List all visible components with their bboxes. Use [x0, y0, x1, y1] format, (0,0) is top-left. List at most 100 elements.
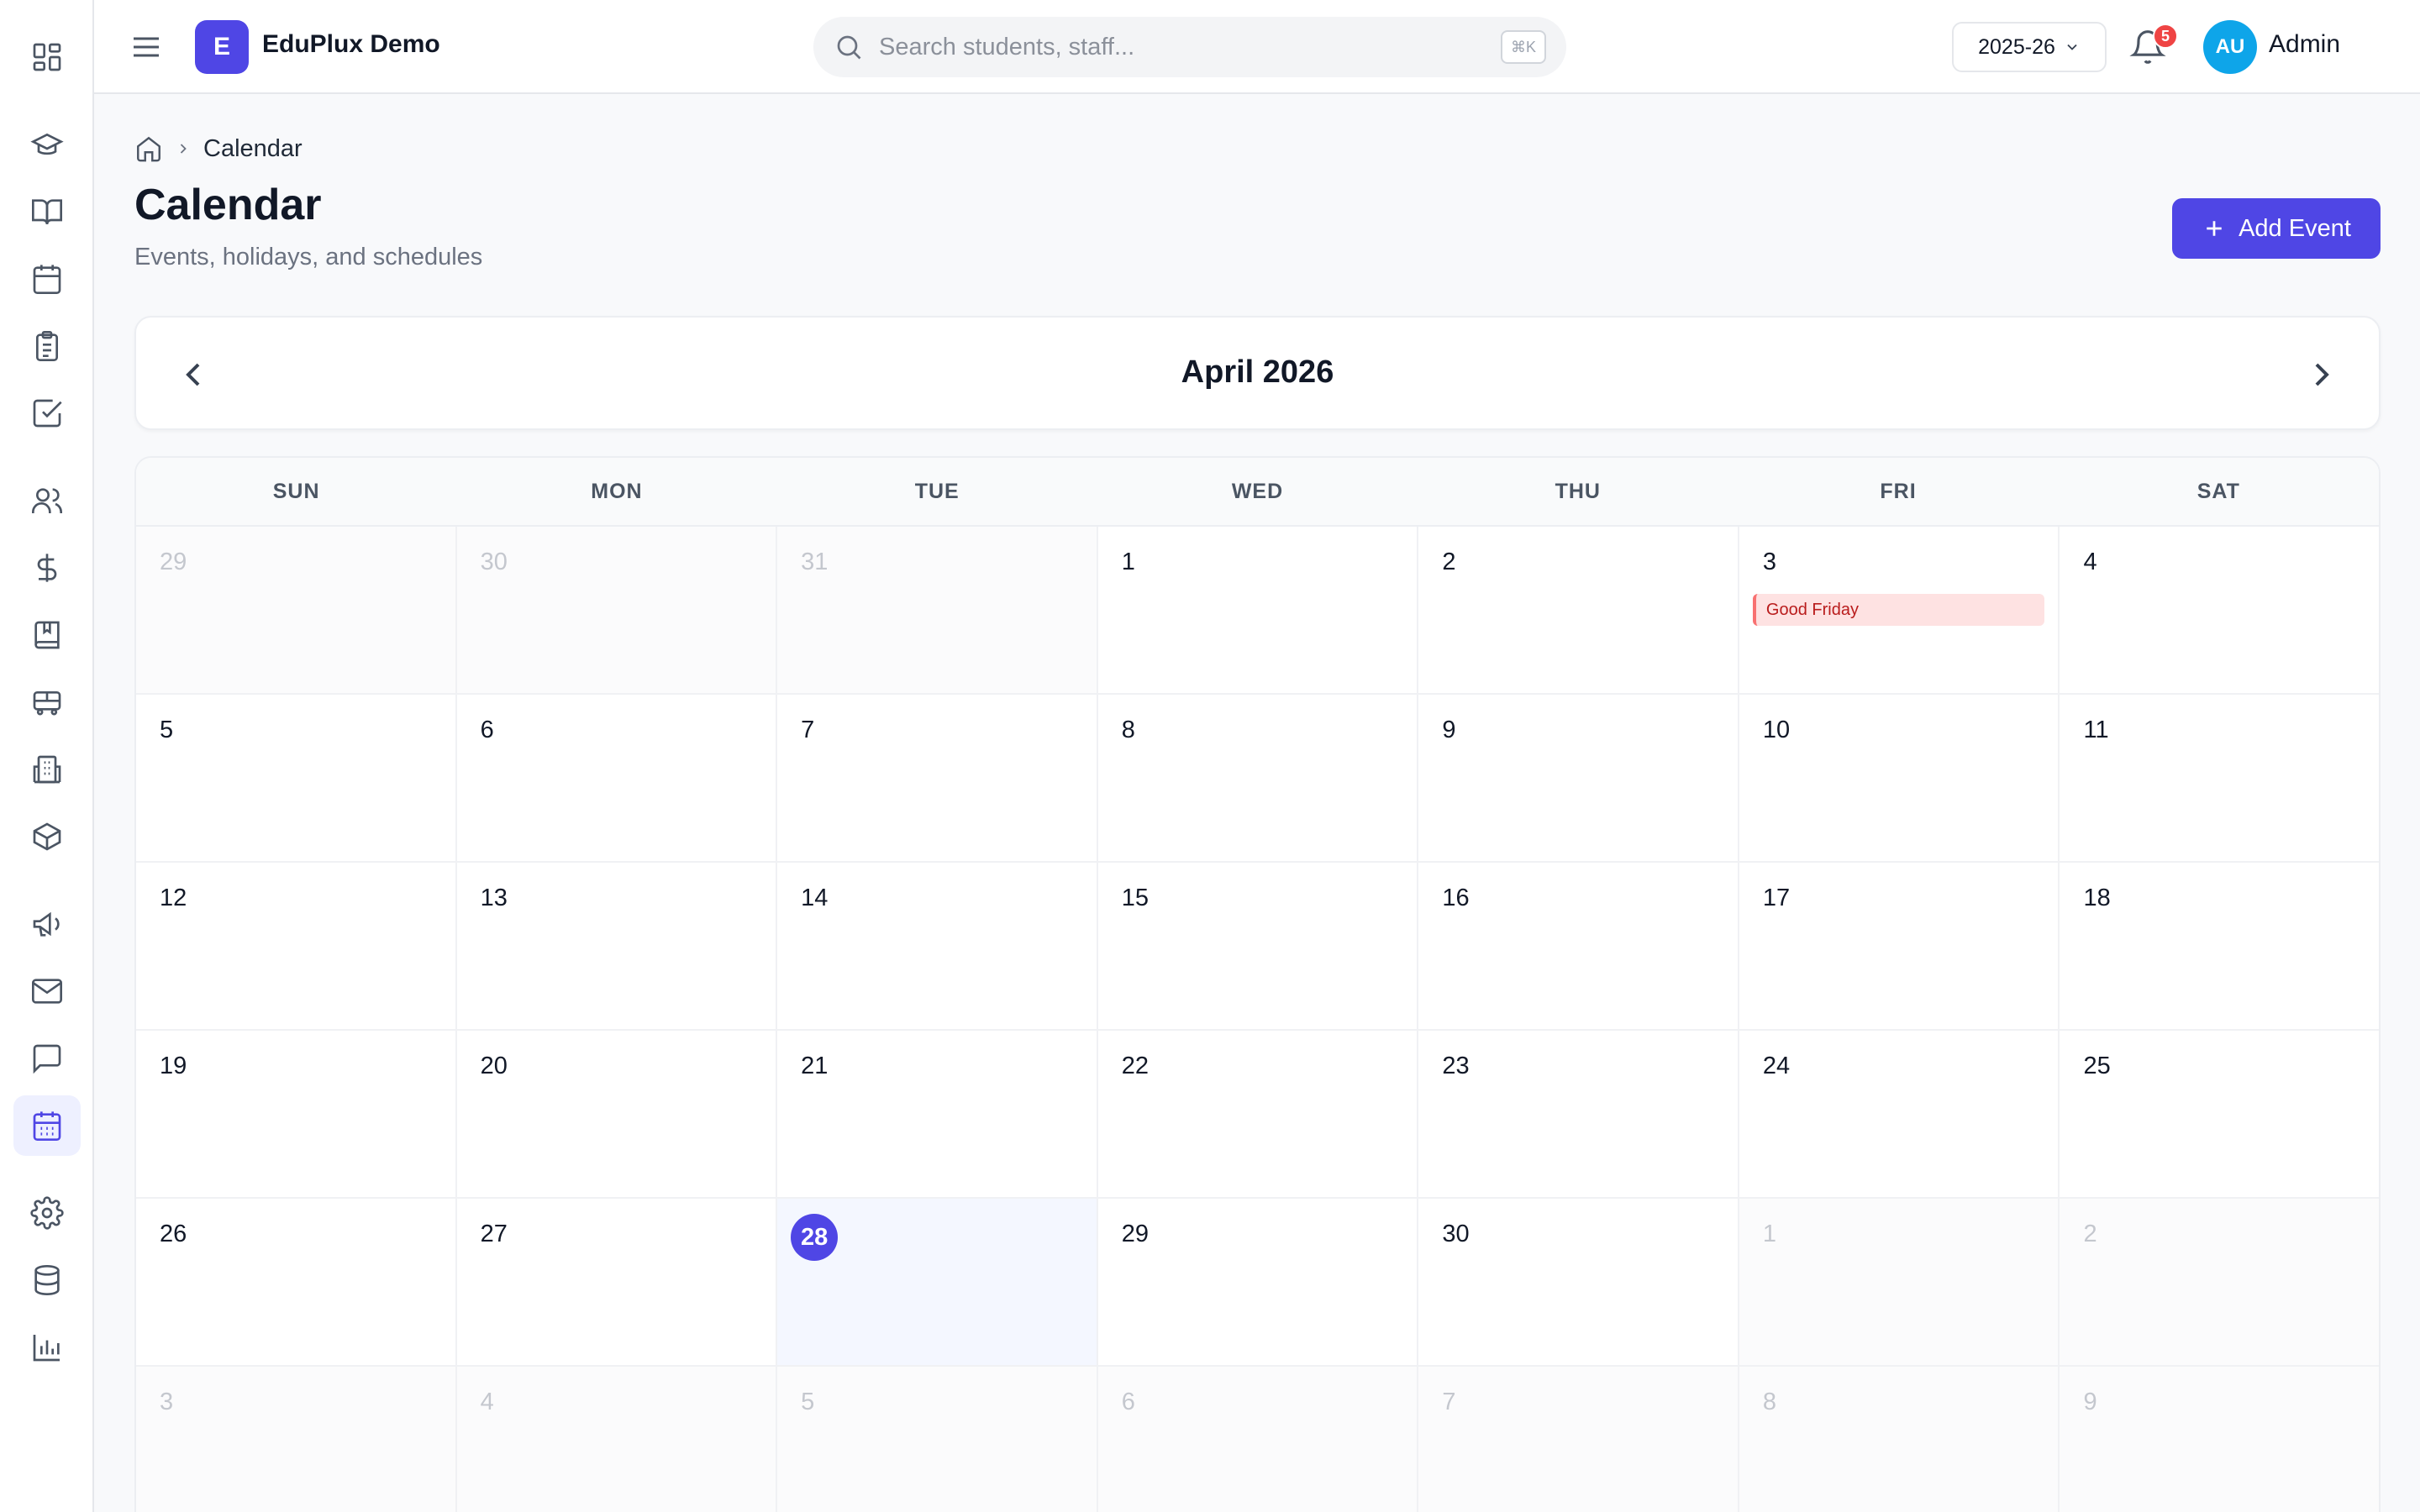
weekday-label: SAT: [2196, 479, 2240, 503]
day-number: 18: [2083, 885, 2111, 911]
day-number: 3: [160, 1389, 174, 1415]
calendar-day[interactable]: 5: [777, 1367, 1098, 1512]
sidebar-item-finance[interactable]: [13, 538, 81, 598]
calendar-day[interactable]: 8: [1739, 1367, 2060, 1512]
calendar-day[interactable]: 9: [2060, 1367, 2379, 1512]
calendar-day[interactable]: 17: [1739, 863, 2060, 1029]
sidebar-item-reports[interactable]: [13, 1317, 81, 1378]
calendar-day-today[interactable]: 28: [777, 1199, 1098, 1365]
sidebar-item-timetable[interactable]: [13, 249, 81, 309]
megaphone-icon: [33, 911, 60, 937]
sidebar-item-exams[interactable]: [13, 383, 81, 444]
day-number: 8: [1121, 717, 1135, 743]
sidebar-item-messages[interactable]: [13, 961, 81, 1021]
sidebar-item-dashboard[interactable]: [13, 27, 81, 87]
search-input[interactable]: [879, 29, 1450, 66]
day-number: 30: [480, 549, 508, 575]
calendar-day[interactable]: 2: [1418, 527, 1739, 693]
calendar-day[interactable]: 30: [1418, 1199, 1739, 1365]
app-logo[interactable]: E: [195, 20, 249, 74]
calendar-day[interactable]: 4: [456, 1367, 778, 1512]
day-number: 11: [2083, 717, 2109, 743]
bus-icon: [33, 691, 61, 716]
app-name[interactable]: EduPlux Demo: [262, 30, 440, 59]
weekday-label: WED: [1231, 479, 1284, 503]
sidebar-item-settings[interactable]: [13, 1183, 81, 1243]
page-subtitle: Events, holidays, and schedules: [134, 244, 483, 270]
calendar-day[interactable]: 20: [456, 1031, 778, 1197]
calendar-day[interactable]: 5: [136, 695, 457, 861]
calendar-day[interactable]: 21: [777, 1031, 1098, 1197]
day-number: 30: [1442, 1221, 1470, 1247]
sidebar-item-announcements[interactable]: [13, 894, 81, 954]
calendar-day[interactable]: 3 Good Friday: [1739, 527, 2060, 693]
calendar-day[interactable]: 27: [456, 1199, 778, 1365]
sidebar-item-courses[interactable]: [13, 181, 81, 242]
notification-badge: 5: [2153, 24, 2178, 49]
sidebar: [0, 0, 94, 1512]
calendar-day[interactable]: 15: [1097, 863, 1419, 1029]
calendar-day[interactable]: 2: [2060, 1199, 2379, 1365]
calendar-day[interactable]: 11: [2060, 695, 2379, 861]
calendar-day[interactable]: 13: [456, 863, 778, 1029]
calendar-day[interactable]: 1: [1739, 1199, 2060, 1365]
calendar-day[interactable]: 12: [136, 863, 457, 1029]
user-name[interactable]: Admin: [2269, 30, 2340, 59]
holiday-event[interactable]: Good Friday: [1752, 594, 2045, 626]
sidebar-item-academics[interactable]: [13, 114, 81, 175]
calendar-day[interactable]: 22: [1097, 1031, 1419, 1197]
calendar-day[interactable]: 29: [136, 527, 457, 693]
clipboard-icon: [36, 331, 58, 361]
calendar-day[interactable]: 25: [2060, 1031, 2379, 1197]
calendar-day[interactable]: 7: [777, 695, 1098, 861]
app-root: E EduPlux Demo ⌘K 2025-26 5 AU Admin Cal…: [0, 0, 2420, 1512]
calendar-day[interactable]: 4: [2060, 527, 2379, 693]
day-number: 10: [1762, 717, 1791, 743]
calendar-day[interactable]: 19: [136, 1031, 457, 1197]
calendar-day[interactable]: 6: [456, 695, 778, 861]
breadcrumb-current: Calendar: [203, 134, 302, 162]
calendar-day[interactable]: 7: [1418, 1367, 1739, 1512]
calendar-day[interactable]: 14: [777, 863, 1098, 1029]
add-event-button[interactable]: Add Event: [2172, 198, 2381, 259]
sidebar-item-inventory[interactable]: [13, 806, 81, 867]
sidebar-item-people[interactable]: [13, 470, 81, 531]
calendar-day[interactable]: 8: [1097, 695, 1419, 861]
calendar-day[interactable]: 16: [1418, 863, 1739, 1029]
breadcrumb: Calendar: [134, 134, 302, 163]
academic-year-select[interactable]: 2025-26: [1952, 22, 2107, 72]
sidebar-item-calendar[interactable]: [13, 1095, 81, 1156]
page-title: Calendar: [134, 181, 322, 229]
home-icon[interactable]: [134, 134, 163, 163]
calendar-day[interactable]: 10: [1739, 695, 2060, 861]
avatar[interactable]: AU: [2203, 20, 2257, 74]
sidebar-item-transport[interactable]: [13, 672, 81, 732]
calendar-day[interactable]: 26: [136, 1199, 457, 1365]
calendar-day[interactable]: 3: [136, 1367, 457, 1512]
day-number: 19: [160, 1053, 187, 1079]
day-number: 5: [801, 1389, 815, 1415]
calendar-day[interactable]: 1: [1097, 527, 1419, 693]
calendar-day[interactable]: 30: [456, 527, 778, 693]
day-number: 6: [1121, 1389, 1135, 1415]
calendar-day[interactable]: 6: [1097, 1367, 1419, 1512]
calendar-day[interactable]: 29: [1097, 1199, 1419, 1365]
calendar-day[interactable]: 18: [2060, 863, 2379, 1029]
calendar-day[interactable]: 23: [1418, 1031, 1739, 1197]
day-number: 9: [2083, 1389, 2097, 1415]
calendar-day[interactable]: 9: [1418, 695, 1739, 861]
sidebar-item-chat[interactable]: [13, 1028, 81, 1089]
chevron-down-icon: [2067, 44, 2077, 50]
sidebar-item-library[interactable]: [13, 605, 81, 665]
sidebar-item-database[interactable]: [13, 1250, 81, 1310]
day-number: 1: [1762, 1221, 1777, 1247]
calendar-day[interactable]: 24: [1739, 1031, 2060, 1197]
search-bar[interactable]: ⌘K: [813, 17, 1566, 77]
sidebar-item-attendance[interactable]: [13, 316, 81, 376]
calendar-day[interactable]: 31: [777, 527, 1098, 693]
weekday-label: THU: [1555, 479, 1601, 503]
menu-icon[interactable]: [129, 30, 163, 64]
month-navigation: April 2026: [134, 316, 2381, 430]
next-month-button[interactable]: [2302, 354, 2342, 395]
sidebar-item-hostel[interactable]: [13, 739, 81, 800]
